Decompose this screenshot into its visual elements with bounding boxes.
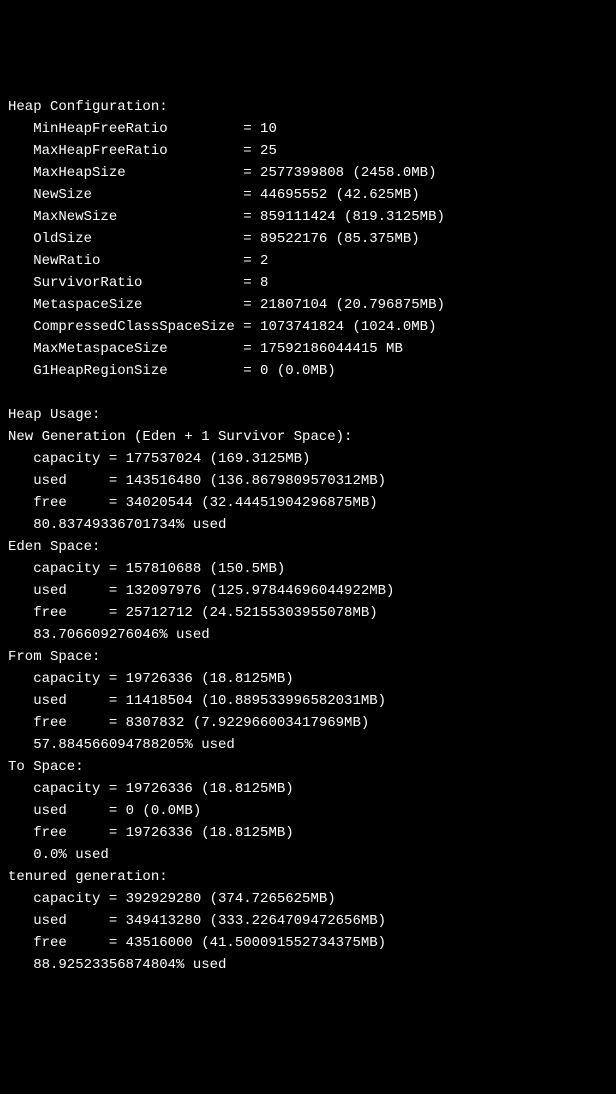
terminal-output: Heap Configuration: MinHeapFreeRatio = 1… xyxy=(8,96,608,976)
